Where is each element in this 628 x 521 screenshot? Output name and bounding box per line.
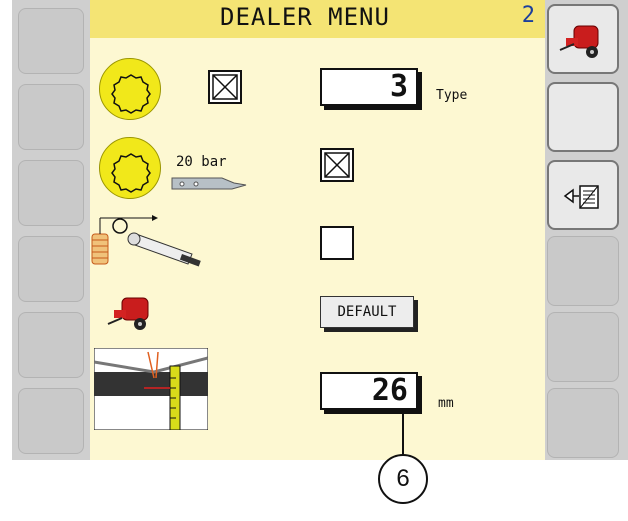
- baler-softkey[interactable]: [547, 4, 619, 74]
- right-softkey-column: [545, 0, 628, 460]
- checked-mark-icon: [324, 152, 350, 178]
- checked-mark-icon: [212, 74, 238, 100]
- cog-icon: [111, 74, 151, 114]
- right-softkey-6[interactable]: [547, 388, 619, 458]
- right-softkey-5[interactable]: [547, 312, 619, 382]
- checkbox-row2[interactable]: [320, 148, 354, 182]
- measure-unit-label: mm: [438, 396, 454, 411]
- type-unit-label: Type: [436, 88, 468, 103]
- cog-icon: [111, 153, 151, 193]
- left-softkey-2[interactable]: [18, 84, 84, 150]
- knife-function-button[interactable]: [99, 58, 161, 120]
- checkbox-row1[interactable]: [208, 70, 242, 104]
- left-softkey-1[interactable]: [18, 8, 84, 74]
- knife-blade-icon: [171, 177, 247, 190]
- sensor-gauge-icon: [94, 348, 208, 430]
- right-softkey-4[interactable]: [547, 236, 619, 306]
- twine-roll-icon: [91, 215, 201, 267]
- left-softkey-6[interactable]: [18, 388, 84, 454]
- baler-icon: [107, 297, 149, 330]
- type-value-field[interactable]: 3: [320, 68, 418, 106]
- default-button[interactable]: DEFAULT: [320, 296, 414, 328]
- page-number: 2: [521, 3, 535, 28]
- exit-page-icon: [563, 185, 599, 209]
- left-softkey-3[interactable]: [18, 160, 84, 226]
- left-softkey-4[interactable]: [18, 236, 84, 302]
- left-softkey-5[interactable]: [18, 312, 84, 378]
- right-softkey-2[interactable]: [547, 82, 619, 152]
- exit-page-softkey[interactable]: [547, 160, 619, 230]
- title-bar: DEALER MENU 2: [90, 0, 545, 38]
- baler-icon: [559, 25, 599, 58]
- callout-marker: 6: [378, 454, 428, 504]
- page-title: DEALER MENU: [220, 3, 390, 31]
- measure-value-field[interactable]: 26: [320, 372, 418, 410]
- main-screen: DEALER MENU 2 3 Type 20 bar DEFAULT 26 m…: [90, 0, 545, 460]
- pressure-function-button[interactable]: [99, 137, 161, 199]
- left-softkey-column: [12, 0, 90, 460]
- checkbox-row3[interactable]: [320, 226, 354, 260]
- pressure-label: 20 bar: [176, 154, 227, 170]
